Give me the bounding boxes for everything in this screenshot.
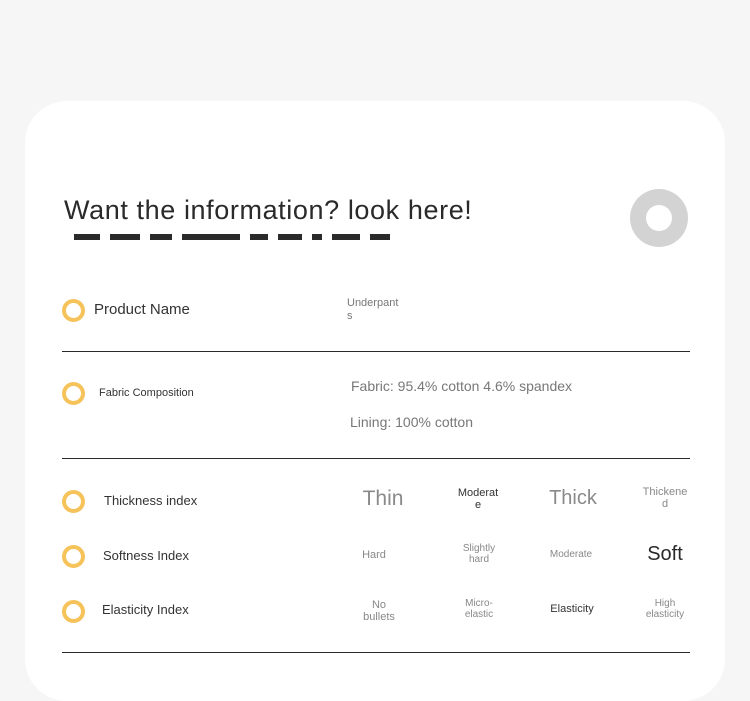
product-name-value: Underpants xyxy=(347,297,399,322)
elasticity-option-micro-elastic: Micro-elastic xyxy=(464,598,494,620)
thickness-label: Thickness index xyxy=(104,493,198,508)
thickness-option-thick: Thick xyxy=(549,487,597,509)
softness-option-moderate: Moderate xyxy=(549,549,593,560)
section-divider xyxy=(62,351,690,352)
thickness-option-thin: Thin xyxy=(362,487,404,510)
softness-option-hard: Hard xyxy=(362,549,386,561)
section-divider xyxy=(62,458,690,459)
section-divider xyxy=(62,652,690,653)
lining-value: Lining: 100% cotton xyxy=(350,414,473,430)
ring-bullet-icon xyxy=(62,382,85,405)
heading-reflection xyxy=(74,234,444,240)
fabric-composition-label: Fabric Composition xyxy=(99,387,194,399)
ring-bullet-icon xyxy=(62,490,85,513)
product-name-label: Product Name xyxy=(94,301,190,318)
elasticity-option-no-bullets: No bullets xyxy=(363,599,395,623)
elasticity-label: Elasticity Index xyxy=(102,602,189,617)
ring-bullet-icon xyxy=(62,299,85,322)
page-title: Want the information? look here! xyxy=(64,195,473,225)
thickness-option-thickened: Thickened xyxy=(642,486,688,510)
fabric-value: Fabric: 95.4% cotton 4.6% spandex xyxy=(351,378,573,394)
softness-option-slightly-hard: Slightly hard xyxy=(462,543,496,565)
ring-decoration-icon xyxy=(630,189,688,247)
thickness-option-moderate: Moderate xyxy=(457,487,499,511)
ring-bullet-icon xyxy=(62,545,85,568)
ring-bullet-icon xyxy=(62,600,85,623)
softness-label: Softness Index xyxy=(103,548,189,563)
elasticity-option-high-elasticity: High elasticity xyxy=(645,598,685,620)
softness-option-soft: Soft xyxy=(647,543,683,565)
elasticity-option-elasticity: Elasticity xyxy=(550,603,594,615)
